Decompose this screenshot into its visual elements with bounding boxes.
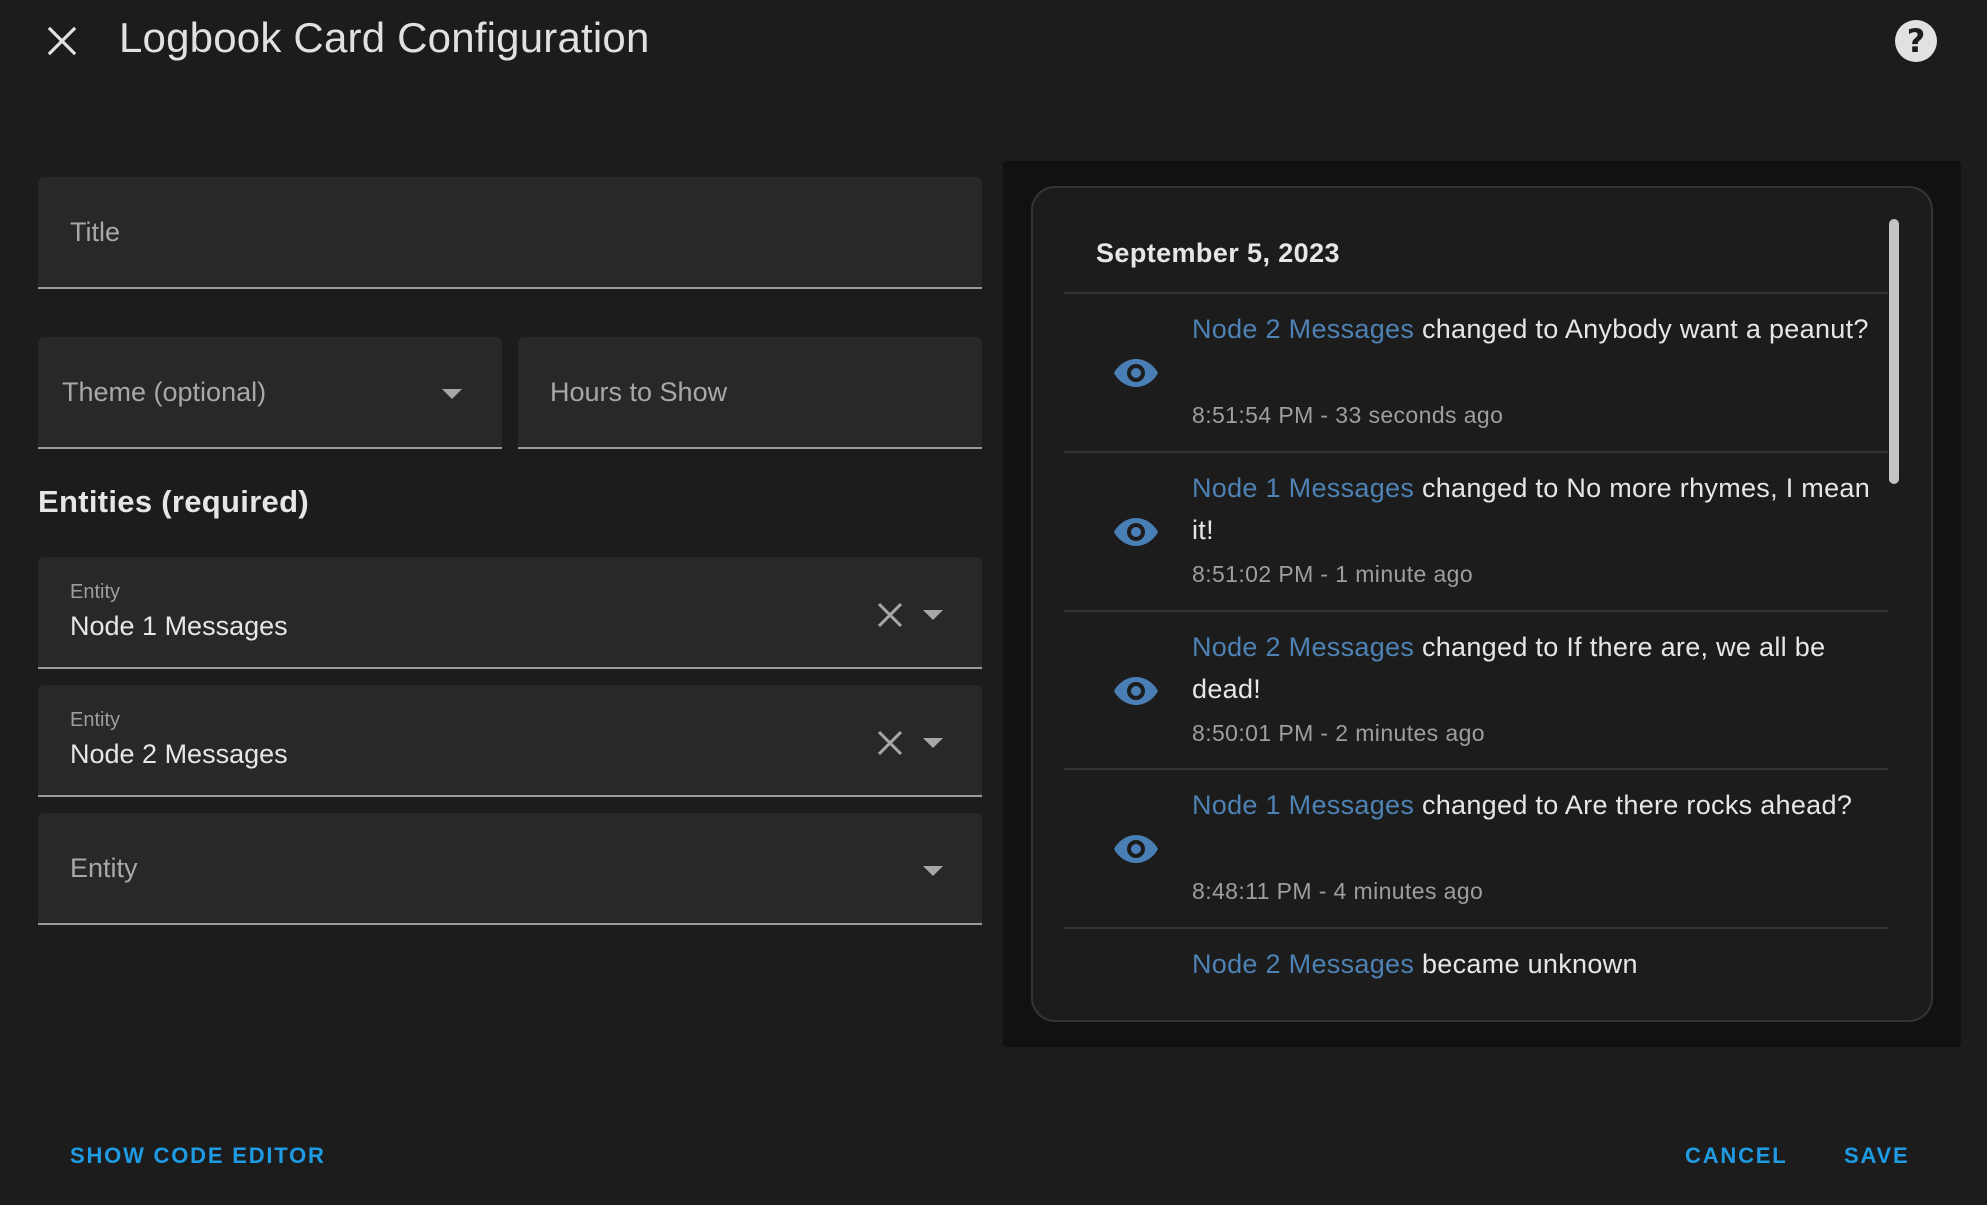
entity-picker-1[interactable]: Entity Node 1 Messages — [38, 557, 982, 669]
clear-icon[interactable] — [875, 728, 905, 758]
entity-picker-label: Entity — [70, 853, 138, 883]
entity-picker-label: Entity — [70, 709, 121, 731]
entity-picker-value: Node 1 Messages — [70, 611, 288, 641]
help-button[interactable]: ? — [1895, 20, 1937, 62]
log-entry: Node 2 Messages changed to Anybody want … — [1064, 292, 1888, 451]
title-field-label: Title — [70, 217, 121, 247]
log-message: changed to Anybody want a peanut? — [1421, 314, 1869, 344]
show-code-editor-button[interactable]: SHOW CODE EDITOR — [70, 1143, 326, 1169]
entities-heading: Entities (required) — [38, 484, 309, 519]
entity-picker-2[interactable]: Entity Node 2 Messages — [38, 685, 982, 797]
clear-icon[interactable] — [875, 600, 905, 630]
eye-icon — [1114, 518, 1158, 546]
hours-to-show-field[interactable]: Hours to Show — [518, 337, 982, 449]
log-entity-link[interactable]: Node 1 Messages — [1192, 790, 1414, 820]
entity-picker-3[interactable]: Entity — [38, 813, 982, 925]
log-entry: Node 2 Messages became unknown — [1064, 927, 1888, 989]
chevron-down-icon[interactable] — [923, 866, 943, 876]
log-timestamp: 8:51:54 PM - 33 seconds ago — [1192, 402, 1504, 428]
eye-icon — [1114, 835, 1158, 863]
chevron-down-icon[interactable] — [923, 610, 943, 620]
log-timestamp: 8:51:02 PM - 1 minute ago — [1192, 561, 1474, 587]
chevron-down-icon — [442, 389, 462, 399]
log-message: became unknown — [1421, 949, 1638, 979]
entity-picker-value: Node 2 Messages — [70, 739, 288, 769]
help-circle-icon: ? — [1906, 22, 1926, 60]
log-entry: Node 1 Messages changed to No more rhyme… — [1064, 451, 1888, 610]
close-icon — [47, 26, 77, 56]
close-button[interactable] — [36, 18, 88, 64]
eye-icon — [1114, 677, 1158, 705]
theme-select-label: Theme (optional) — [62, 377, 267, 407]
log-entity-link[interactable]: Node 1 Messages — [1192, 473, 1414, 503]
theme-select[interactable]: Theme (optional) — [38, 337, 502, 449]
chevron-down-icon[interactable] — [923, 738, 943, 748]
log-timestamp: 8:50:01 PM - 2 minutes ago — [1192, 720, 1485, 746]
log-entity-link[interactable]: Node 2 Messages — [1192, 314, 1414, 344]
dialog-title: Logbook Card Configuration — [119, 14, 650, 61]
log-entity-link[interactable]: Node 2 Messages — [1192, 949, 1414, 979]
eye-icon — [1114, 359, 1158, 387]
title-field[interactable]: Title — [38, 177, 982, 289]
log-entry: Node 1 Messages changed to Are there roc… — [1064, 768, 1888, 927]
log-entry: Node 2 Messages changed to If there are,… — [1064, 610, 1888, 769]
log-message: changed to Are there rocks ahead? — [1421, 790, 1853, 820]
save-button[interactable]: SAVE — [1844, 1143, 1909, 1169]
log-entity-link[interactable]: Node 2 Messages — [1192, 632, 1414, 662]
entity-picker-label: Entity — [70, 581, 121, 603]
cancel-button[interactable]: CANCEL — [1685, 1143, 1787, 1169]
log-timestamp: 8:48:11 PM - 4 minutes ago — [1192, 878, 1484, 904]
log-date-header: September 5, 2023 — [1096, 238, 1340, 268]
scrollbar-thumb[interactable] — [1889, 219, 1899, 484]
hours-to-show-label: Hours to Show — [550, 377, 728, 407]
